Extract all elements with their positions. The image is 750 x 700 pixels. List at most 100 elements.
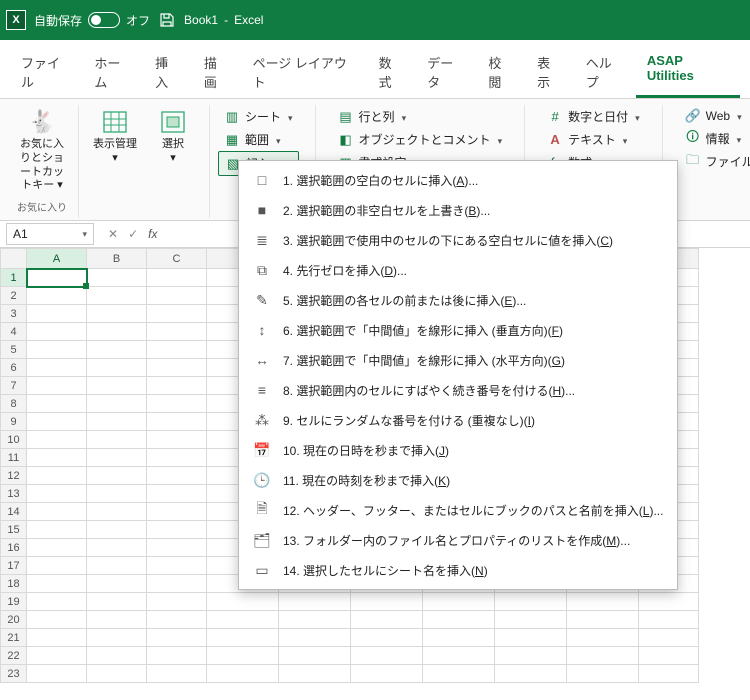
cell[interactable] (27, 287, 87, 305)
cell[interactable] (639, 611, 699, 629)
cell[interactable] (207, 629, 279, 647)
select-button[interactable]: 選択▾ (145, 105, 201, 170)
cell[interactable] (351, 629, 423, 647)
fx-symbol[interactable]: fx (148, 227, 157, 241)
cell[interactable] (495, 647, 567, 665)
cell[interactable] (147, 449, 207, 467)
menu-item-10[interactable]: 📅10. 現在の日時を秒まで挿入(J) (239, 435, 677, 465)
row-header[interactable]: 13 (1, 485, 27, 503)
cell[interactable] (495, 665, 567, 683)
row-header[interactable]: 21 (1, 629, 27, 647)
cell[interactable] (27, 341, 87, 359)
select-all-corner[interactable] (1, 249, 27, 269)
cell[interactable] (147, 611, 207, 629)
tab-挿入[interactable]: 挿入 (144, 46, 191, 98)
menu-item-5[interactable]: ✎5. 選択範囲の各セルの前または後に挿入(E)... (239, 285, 677, 315)
cell[interactable] (27, 323, 87, 341)
row-header[interactable]: 12 (1, 467, 27, 485)
cell[interactable] (87, 611, 147, 629)
cell[interactable] (147, 359, 207, 377)
text-menu[interactable]: Aテキスト (541, 128, 646, 151)
cell[interactable] (27, 575, 87, 593)
cell[interactable] (423, 665, 495, 683)
cell[interactable] (87, 305, 147, 323)
cell[interactable] (27, 665, 87, 683)
name-box[interactable]: A1 ▾ (6, 223, 94, 245)
cell[interactable] (87, 521, 147, 539)
save-icon[interactable] (158, 11, 176, 29)
cell[interactable] (639, 593, 699, 611)
numdate-menu[interactable]: #数字と日付 (541, 105, 646, 128)
menu-item-7[interactable]: ↔7. 選択範囲で「中間値」を線形に挿入 (水平方向)(G) (239, 345, 677, 375)
cell[interactable] (27, 359, 87, 377)
cell[interactable] (207, 593, 279, 611)
column-header[interactable]: C (147, 249, 207, 269)
row-header[interactable]: 22 (1, 647, 27, 665)
cell[interactable] (207, 647, 279, 665)
cell[interactable] (495, 593, 567, 611)
cell[interactable] (87, 269, 147, 287)
row-header[interactable]: 7 (1, 377, 27, 395)
row-header[interactable]: 20 (1, 611, 27, 629)
row-header[interactable]: 4 (1, 323, 27, 341)
cell[interactable] (87, 539, 147, 557)
cell[interactable] (147, 395, 207, 413)
filesys-menu[interactable]: 🗀ファイルとシステム (679, 150, 750, 173)
cell[interactable] (147, 647, 207, 665)
cell[interactable] (207, 611, 279, 629)
autosave-toggle[interactable]: 自動保存 オフ (34, 12, 150, 29)
cell[interactable] (639, 629, 699, 647)
cell[interactable] (639, 647, 699, 665)
cell[interactable] (87, 467, 147, 485)
cell[interactable] (27, 557, 87, 575)
vision-button[interactable]: 表示管理▾ (87, 105, 143, 170)
cell[interactable] (27, 647, 87, 665)
tab-ホーム[interactable]: ホーム (83, 46, 142, 98)
cell[interactable] (495, 629, 567, 647)
row-header[interactable]: 9 (1, 413, 27, 431)
row-header[interactable]: 18 (1, 575, 27, 593)
cell[interactable] (27, 611, 87, 629)
cell[interactable] (279, 629, 351, 647)
cell[interactable] (279, 593, 351, 611)
cell[interactable] (27, 431, 87, 449)
cell[interactable] (87, 377, 147, 395)
cell[interactable] (87, 431, 147, 449)
tab-描画[interactable]: 描画 (193, 46, 240, 98)
cell[interactable] (567, 629, 639, 647)
row-header[interactable]: 15 (1, 521, 27, 539)
row-header[interactable]: 14 (1, 503, 27, 521)
row-header[interactable]: 23 (1, 665, 27, 683)
cell[interactable] (567, 647, 639, 665)
cell[interactable] (279, 611, 351, 629)
row-header[interactable]: 17 (1, 557, 27, 575)
cell[interactable] (27, 395, 87, 413)
menu-item-6[interactable]: ↕6. 選択範囲で「中間値」を線形に挿入 (垂直方向)(F) (239, 315, 677, 345)
cell[interactable] (351, 611, 423, 629)
cell[interactable] (87, 575, 147, 593)
cell[interactable] (147, 323, 207, 341)
tab-表示[interactable]: 表示 (526, 46, 573, 98)
row-header[interactable]: 8 (1, 395, 27, 413)
menu-item-3[interactable]: ≣3. 選択範囲で使用中のセルの下にある空白セルに値を挿入(C) (239, 225, 677, 255)
cell[interactable] (423, 629, 495, 647)
cell[interactable] (27, 485, 87, 503)
cell[interactable] (27, 593, 87, 611)
tab-ASAP Utilities[interactable]: ASAP Utilities (636, 46, 740, 98)
favorites-button[interactable]: 🐇 お気に入りとショートカットキー ▾ (14, 105, 70, 197)
row-header[interactable]: 10 (1, 431, 27, 449)
cell[interactable] (147, 341, 207, 359)
cell[interactable] (147, 665, 207, 683)
cell[interactable] (279, 647, 351, 665)
cell[interactable] (207, 665, 279, 683)
cell[interactable] (27, 539, 87, 557)
cell[interactable] (27, 269, 87, 287)
cell[interactable] (87, 395, 147, 413)
cell[interactable] (87, 503, 147, 521)
cell[interactable] (147, 305, 207, 323)
cell[interactable] (27, 629, 87, 647)
menu-item-2[interactable]: ■2. 選択範囲の非空白セルを上書き(B)... (239, 195, 677, 225)
tab-数式[interactable]: 数式 (368, 46, 415, 98)
cell[interactable] (147, 575, 207, 593)
row-header[interactable]: 19 (1, 593, 27, 611)
